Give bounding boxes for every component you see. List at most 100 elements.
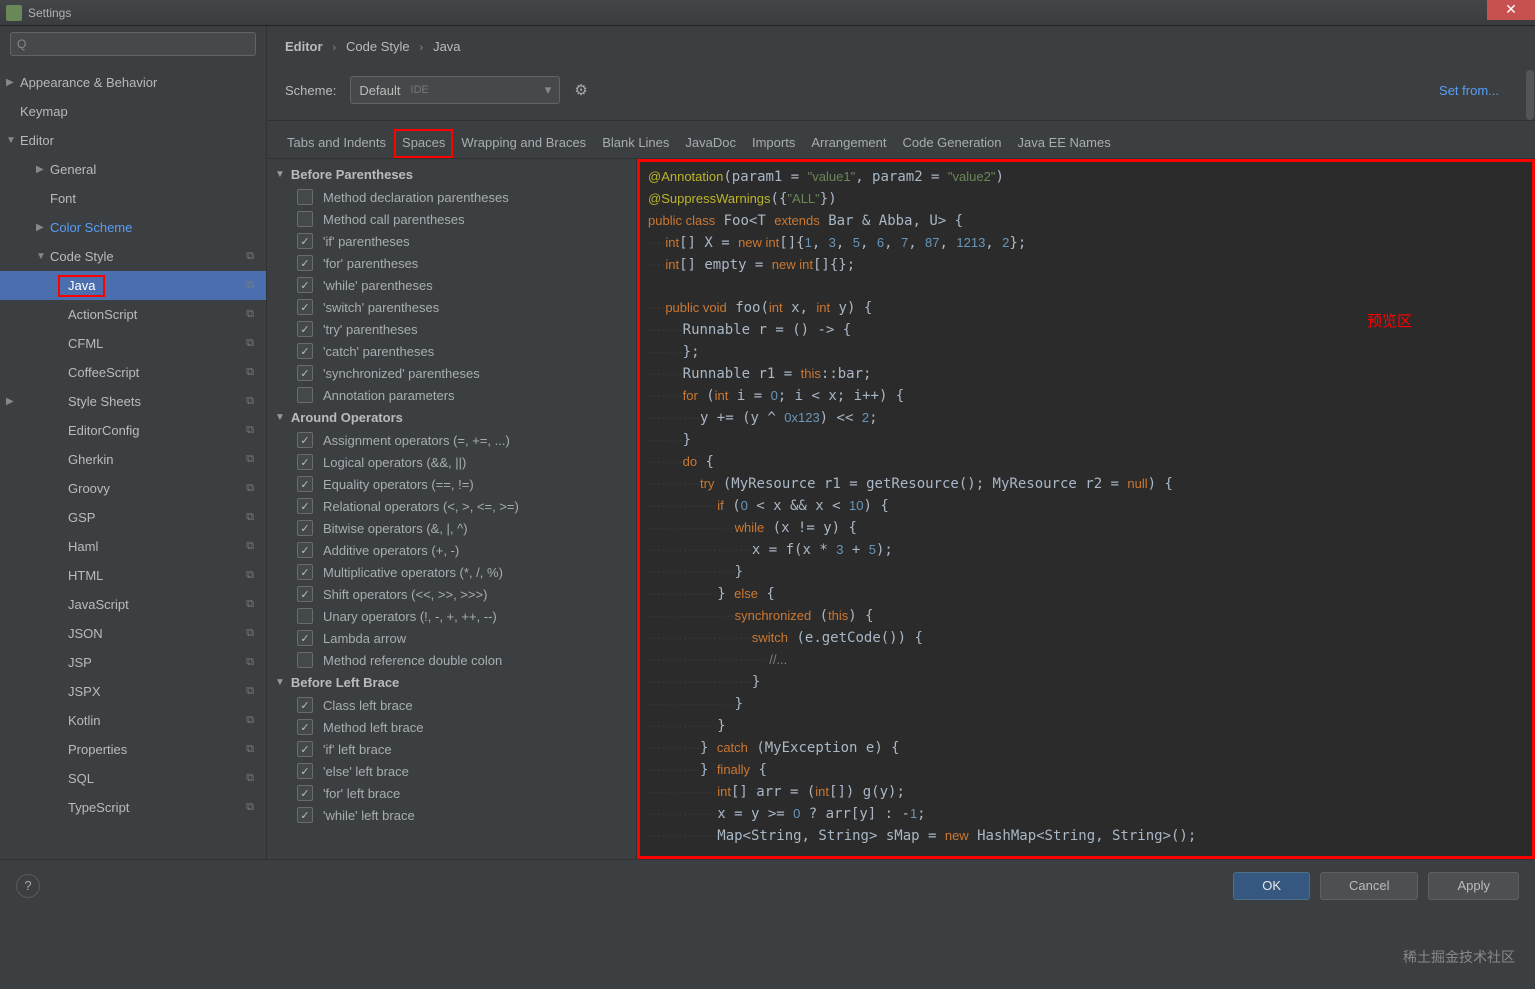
help-button[interactable]: ? — [16, 874, 40, 898]
option-row[interactable]: Equality operators (==, !=) — [267, 473, 636, 495]
checkbox[interactable] — [297, 211, 313, 227]
option-row[interactable]: 'if' left brace — [267, 738, 636, 760]
option-row[interactable]: Relational operators (<, >, <=, >=) — [267, 495, 636, 517]
checkbox[interactable] — [297, 476, 313, 492]
option-row[interactable]: Bitwise operators (&, |, ^) — [267, 517, 636, 539]
checkbox[interactable] — [297, 432, 313, 448]
checkbox[interactable] — [297, 454, 313, 470]
tab[interactable]: Tabs and Indents — [279, 129, 394, 158]
option-row[interactable]: Lambda arrow — [267, 627, 636, 649]
option-row[interactable]: Additive operators (+, -) — [267, 539, 636, 561]
checkbox[interactable] — [297, 387, 313, 403]
tab[interactable]: Blank Lines — [594, 129, 677, 158]
checkbox[interactable] — [297, 321, 313, 337]
options-group-header[interactable]: ▼Before Parentheses — [267, 163, 636, 186]
sidebar-item[interactable]: HTML⧉ — [0, 561, 266, 590]
sidebar-item[interactable]: GSP⧉ — [0, 503, 266, 532]
cancel-button[interactable]: Cancel — [1320, 872, 1418, 900]
sidebar-item[interactable]: Gherkin⧉ — [0, 445, 266, 474]
checkbox[interactable] — [297, 233, 313, 249]
option-row[interactable]: Method reference double colon — [267, 649, 636, 671]
option-row[interactable]: Assignment operators (=, +=, ...) — [267, 429, 636, 451]
tab[interactable]: Imports — [744, 129, 803, 158]
sidebar-item[interactable]: Kotlin⧉ — [0, 706, 266, 735]
ok-button[interactable]: OK — [1233, 872, 1310, 900]
checkbox[interactable] — [297, 785, 313, 801]
option-row[interactable]: Unary operators (!, -, +, ++, --) — [267, 605, 636, 627]
sidebar-item[interactable]: ▶Color Scheme — [0, 213, 266, 242]
option-row[interactable]: Method call parentheses — [267, 208, 636, 230]
options-group-header[interactable]: ▼Before Left Brace — [267, 671, 636, 694]
option-row[interactable]: Multiplicative operators (*, /, %) — [267, 561, 636, 583]
sidebar-item[interactable]: CFML⧉ — [0, 329, 266, 358]
checkbox[interactable] — [297, 343, 313, 359]
sidebar-item[interactable]: Java⧉ — [0, 271, 266, 300]
checkbox[interactable] — [297, 365, 313, 381]
sidebar-item[interactable]: Haml⧉ — [0, 532, 266, 561]
scheme-select[interactable]: Default IDE ▾ — [350, 76, 560, 104]
option-row[interactable]: 'if' parentheses — [267, 230, 636, 252]
tab[interactable]: Code Generation — [894, 129, 1009, 158]
search-input[interactable]: Q — [10, 32, 256, 56]
set-from-link[interactable]: Set from... — [1439, 83, 1499, 98]
sidebar-item[interactable]: Properties⧉ — [0, 735, 266, 764]
option-row[interactable]: 'else' left brace — [267, 760, 636, 782]
checkbox[interactable] — [297, 299, 313, 315]
sidebar-item[interactable]: CoffeeScript⧉ — [0, 358, 266, 387]
sidebar-item[interactable]: ▶Style Sheets⧉ — [0, 387, 266, 416]
checkbox[interactable] — [297, 189, 313, 205]
checkbox[interactable] — [297, 564, 313, 580]
checkbox[interactable] — [297, 255, 313, 271]
sidebar-item[interactable]: JSP⧉ — [0, 648, 266, 677]
sidebar-item[interactable]: Font — [0, 184, 266, 213]
checkbox[interactable] — [297, 542, 313, 558]
close-button[interactable]: ✕ — [1487, 0, 1535, 20]
tab[interactable]: Arrangement — [803, 129, 894, 158]
sidebar-item[interactable]: Groovy⧉ — [0, 474, 266, 503]
checkbox[interactable] — [297, 763, 313, 779]
option-row[interactable]: Logical operators (&&, ||) — [267, 451, 636, 473]
option-row[interactable]: Method left brace — [267, 716, 636, 738]
gear-icon[interactable]: ⚙ — [574, 81, 587, 99]
tab[interactable]: Wrapping and Braces — [453, 129, 594, 158]
sidebar-item[interactable]: ▼Code Style⧉ — [0, 242, 266, 271]
sidebar-item[interactable]: EditorConfig⧉ — [0, 416, 266, 445]
tab[interactable]: JavaDoc — [677, 129, 744, 158]
sidebar-item[interactable]: ActionScript⧉ — [0, 300, 266, 329]
sidebar-item[interactable]: JSPX⧉ — [0, 677, 266, 706]
option-row[interactable]: 'for' left brace — [267, 782, 636, 804]
option-row[interactable]: 'switch' parentheses — [267, 296, 636, 318]
checkbox[interactable] — [297, 630, 313, 646]
sidebar-item[interactable]: ▶General — [0, 155, 266, 184]
checkbox[interactable] — [297, 586, 313, 602]
sidebar-item[interactable]: JSON⧉ — [0, 619, 266, 648]
option-row[interactable]: 'try' parentheses — [267, 318, 636, 340]
sidebar-item[interactable]: Keymap — [0, 97, 266, 126]
option-row[interactable]: 'synchronized' parentheses — [267, 362, 636, 384]
option-row[interactable]: 'while' parentheses — [267, 274, 636, 296]
sidebar-item[interactable]: ▶Appearance & Behavior — [0, 68, 266, 97]
option-row[interactable]: 'catch' parentheses — [267, 340, 636, 362]
checkbox[interactable] — [297, 807, 313, 823]
checkbox[interactable] — [297, 741, 313, 757]
sidebar-item[interactable]: JavaScript⧉ — [0, 590, 266, 619]
sidebar-item[interactable]: TypeScript⧉ — [0, 793, 266, 822]
option-row[interactable]: Annotation parameters — [267, 384, 636, 406]
option-row[interactable]: Shift operators (<<, >>, >>>) — [267, 583, 636, 605]
option-row[interactable]: 'while' left brace — [267, 804, 636, 826]
checkbox[interactable] — [297, 498, 313, 514]
option-row[interactable]: 'for' parentheses — [267, 252, 636, 274]
options-group-header[interactable]: ▼Around Operators — [267, 406, 636, 429]
option-row[interactable]: Method declaration parentheses — [267, 186, 636, 208]
checkbox[interactable] — [297, 697, 313, 713]
checkbox[interactable] — [297, 520, 313, 536]
tab[interactable]: Spaces — [394, 129, 453, 158]
sidebar-item[interactable]: SQL⧉ — [0, 764, 266, 793]
apply-button[interactable]: Apply — [1428, 872, 1519, 900]
checkbox[interactable] — [297, 277, 313, 293]
sidebar-item[interactable]: ▼Editor — [0, 126, 266, 155]
checkbox[interactable] — [297, 719, 313, 735]
option-row[interactable]: Class left brace — [267, 694, 636, 716]
scrollbar[interactable] — [1526, 70, 1534, 120]
tab[interactable]: Java EE Names — [1010, 129, 1119, 158]
